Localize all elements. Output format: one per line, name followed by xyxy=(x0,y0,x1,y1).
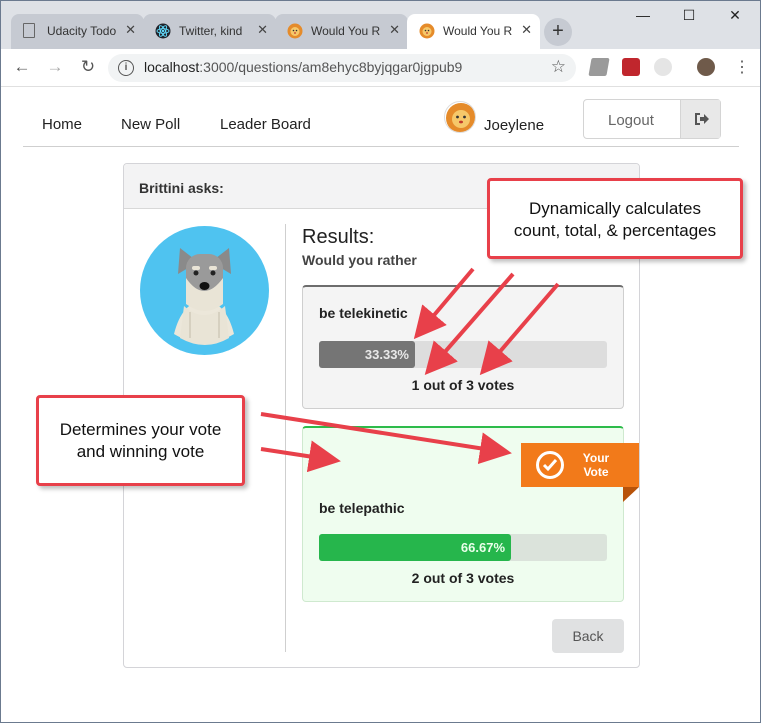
close-icon[interactable]: ✕ xyxy=(257,22,268,38)
sign-out-icon xyxy=(680,100,720,138)
menu-kebab-icon[interactable]: ⋮ xyxy=(734,57,750,77)
author-avatar xyxy=(140,226,269,355)
logout-button[interactable]: Logout xyxy=(583,99,721,139)
badge-fold xyxy=(623,487,639,502)
progress-track: 66.67% xyxy=(319,534,607,561)
progress-fill: 66.67% xyxy=(319,534,511,561)
tab-title: Would You R xyxy=(311,24,381,38)
tab-title: Udacity Todo xyxy=(47,24,117,38)
user-name: Joeylene xyxy=(484,117,545,134)
nav-new-poll-link[interactable]: New Poll xyxy=(121,116,180,133)
red-extension-icon[interactable] xyxy=(622,58,640,76)
user-avatar xyxy=(444,101,476,133)
new-tab-button[interactable]: + xyxy=(544,18,572,46)
profile-avatar-icon[interactable] xyxy=(697,58,715,76)
react-icon xyxy=(155,23,171,39)
badge-text-line2: Vote xyxy=(583,465,609,479)
info-icon[interactable]: i xyxy=(118,60,134,76)
callout-line: and winning vote xyxy=(76,442,205,461)
check-circle-icon xyxy=(536,451,564,479)
url-path: :3000/questions/am8ehyc8byjqgar0jgpub9 xyxy=(199,59,463,75)
author-asks: Brittini asks: xyxy=(139,180,224,196)
callout-line: Dynamically calculates xyxy=(529,199,701,218)
callout-line: Determines your vote xyxy=(59,420,222,439)
callout-determines-vote: Determines your vote and winning vote xyxy=(36,395,245,486)
tab-title: Twitter, kind xyxy=(179,24,243,38)
progress-track: 33.33% xyxy=(319,341,607,368)
tab-would-you-rather[interactable]: Would You R ✕ xyxy=(275,14,408,49)
nav-leader-board-link[interactable]: Leader Board xyxy=(220,116,311,133)
tab-twitter[interactable]: Twitter, kind ✕ xyxy=(143,14,276,49)
option-text: be telepathic xyxy=(319,500,405,516)
lion-icon xyxy=(287,23,303,39)
badge-text-line1: Your xyxy=(582,451,610,465)
document-icon xyxy=(23,23,35,38)
tab-title: Would You R xyxy=(443,24,513,38)
back-button[interactable]: Back xyxy=(552,619,624,653)
percent-label: 66.67% xyxy=(460,540,505,555)
bookmark-star-icon[interactable]: ☆ xyxy=(551,57,566,77)
close-icon[interactable]: ✕ xyxy=(125,22,136,38)
vote-count: 1 out of 3 votes xyxy=(411,377,515,393)
callout-line: count, total, & percentages xyxy=(513,221,717,240)
column-divider xyxy=(285,224,286,652)
drive-extension-icon[interactable] xyxy=(588,58,610,76)
nav-home-link[interactable]: Home xyxy=(42,116,82,133)
option-text: be telekinetic xyxy=(319,305,408,321)
tab-would-you-rather-active[interactable]: Would You R ✕ xyxy=(407,14,540,49)
minimize-icon[interactable]: — xyxy=(623,7,663,23)
back-arrow-icon[interactable]: ← xyxy=(11,57,33,77)
badge-ribbon: Your Vote xyxy=(521,443,639,487)
window-close-icon[interactable]: ✕ xyxy=(715,7,755,24)
browser-window: Udacity Todo ✕ Twitter, kind ✕ Would You… xyxy=(0,0,761,723)
ghost-extension-icon[interactable] xyxy=(654,58,672,76)
url-host: localhost xyxy=(144,59,200,75)
your-vote-badge: Your Vote xyxy=(521,443,639,502)
address-bar[interactable]: i localhost:3000/questions/am8ehyc8byjqg… xyxy=(108,54,576,82)
option-result-card: be telekinetic 33.33% 1 out of 3 votes xyxy=(302,285,624,409)
callout-calculates: Dynamically calculates count, total, & p… xyxy=(487,178,743,259)
would-you-rather-label: Would you rather xyxy=(302,252,417,268)
forward-arrow-icon[interactable]: → xyxy=(44,57,66,77)
close-icon[interactable]: ✕ xyxy=(521,22,532,38)
progress-fill: 33.33% xyxy=(319,341,415,368)
browser-toolbar: ← → ↻ i localhost:3000/questions/am8ehyc… xyxy=(1,49,760,87)
badge-text: Your Vote xyxy=(577,451,615,479)
results-title: Results: xyxy=(302,226,375,248)
logout-label: Logout xyxy=(608,112,654,129)
tab-strip: Udacity Todo ✕ Twitter, kind ✕ Would You… xyxy=(1,1,760,49)
reload-icon[interactable]: ↻ xyxy=(77,57,99,77)
percent-label: 33.33% xyxy=(364,347,409,362)
app-nav: Home New Poll Leader Board Joeylene Logo… xyxy=(23,97,739,147)
maximize-icon[interactable]: ☐ xyxy=(669,7,709,24)
option-result-card-voted: Your Vote be telepathic 66.67% 2 out of … xyxy=(302,426,639,602)
vote-count: 2 out of 3 votes xyxy=(411,570,515,586)
lion-icon xyxy=(419,23,435,39)
tab-udacity[interactable]: Udacity Todo ✕ xyxy=(11,14,144,49)
close-icon[interactable]: ✕ xyxy=(389,22,400,38)
